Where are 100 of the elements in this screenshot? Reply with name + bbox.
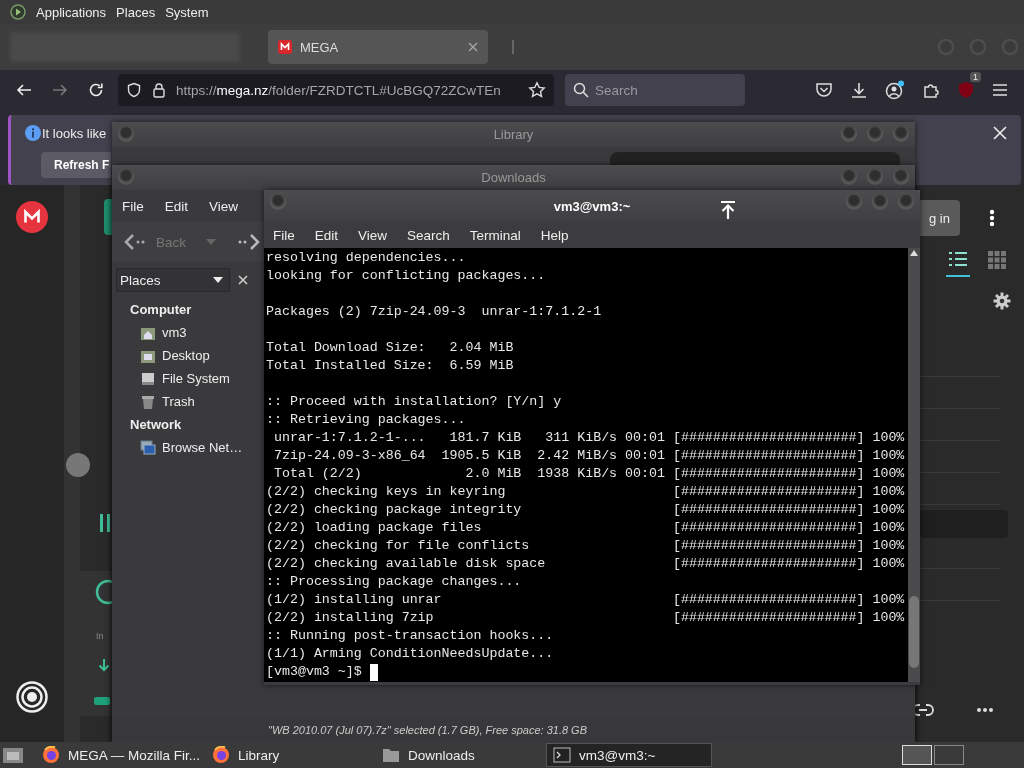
folder-icon	[382, 747, 400, 763]
progress-text: [######################] 100%	[672, 609, 905, 627]
menu-item[interactable]: Search	[407, 227, 450, 243]
reload-icon[interactable]	[87, 81, 105, 99]
window-button[interactable]	[898, 194, 914, 210]
menu-item[interactable]: File	[273, 227, 295, 243]
window-title: Library	[493, 127, 534, 142]
search-field[interactable]: Search	[565, 74, 745, 106]
window-button[interactable]	[118, 126, 134, 142]
lock-icon[interactable]	[152, 82, 166, 98]
search-icon	[573, 82, 589, 98]
taskbar-button[interactable]: Library	[206, 743, 372, 767]
menu-item[interactable]: Edit	[164, 198, 189, 214]
window-button[interactable]	[893, 169, 909, 185]
scrollbar-thumb[interactable]	[909, 596, 919, 668]
caret-icon[interactable]	[206, 239, 216, 245]
progress-marker	[94, 697, 110, 705]
folder-icon[interactable]	[2, 746, 24, 764]
window-button[interactable]	[846, 194, 862, 210]
progress-text: [######################] 100%	[672, 519, 905, 537]
menu-item[interactable]: Help	[540, 227, 569, 243]
url-text: https://mega.nz/folder/FZRDTCTL#UcBGQ72ZCwTEn	[176, 82, 502, 98]
forward-arrow-icon[interactable]	[236, 233, 260, 251]
panel-menu[interactable]: Applications	[36, 4, 107, 20]
place-item[interactable]: Browse Net…	[140, 436, 254, 459]
scrollbar[interactable]	[908, 248, 920, 682]
pocket-icon[interactable]	[815, 81, 833, 99]
shell-prompt: [vm3@vm3 ~]$	[266, 663, 362, 681]
settings-icon[interactable]	[993, 292, 1011, 310]
shield-icon[interactable]	[126, 82, 142, 98]
more-icon[interactable]	[976, 707, 994, 713]
browser-icon	[212, 746, 230, 764]
window-title: Downloads	[481, 170, 546, 185]
window-button[interactable]	[270, 194, 286, 210]
mega-logo-icon[interactable]	[16, 201, 48, 233]
login-button[interactable]: g in	[920, 200, 960, 236]
window-button[interactable]	[841, 126, 857, 142]
places-dropdown[interactable]: Places	[116, 268, 230, 292]
pin-icon[interactable]	[720, 200, 736, 220]
address-bar[interactable]: https://mega.nz/folder/FZRDTCTL#UcBGQ72ZCwTEn	[118, 74, 554, 106]
window-button[interactable]	[867, 126, 883, 142]
group-header: Computer	[130, 302, 193, 319]
place-item[interactable]: File System	[140, 367, 254, 390]
network-icon	[140, 439, 156, 456]
panel-menu[interactable]: System	[165, 4, 209, 20]
browser-icon	[42, 746, 60, 764]
avatar-icon[interactable]	[66, 453, 90, 477]
menu-item[interactable]: View	[209, 198, 239, 214]
down-arrow-icon[interactable]	[98, 658, 110, 672]
scroll-up-icon[interactable]	[910, 250, 918, 256]
star-icon[interactable]	[528, 81, 546, 99]
progress-text: [######################] 100%	[672, 429, 905, 447]
status-text: "WB 2010.07 (Jul 07).7z" selected (1.7 GB), Free space: 31.8 GB	[268, 724, 588, 736]
mega-logo-icon	[278, 40, 292, 54]
window-button[interactable]	[841, 169, 857, 185]
terminal-line: (2/2) checking available disk space	[266, 555, 547, 573]
download-icon[interactable]	[850, 81, 868, 99]
menu-item[interactable]: File	[122, 198, 144, 214]
terminal-line: Total Installed Size: 6.59 MiB	[266, 357, 515, 375]
window-button[interactable]	[893, 126, 909, 142]
window-button[interactable]	[872, 194, 888, 210]
place-item[interactable]: vm3	[140, 321, 254, 344]
progress-text: [######################] 100%	[672, 537, 905, 555]
terminal-line: :: Proceed with installation? [Y/n] y	[266, 393, 563, 411]
taskbar-button[interactable]: vm3@vm3:~	[546, 743, 712, 767]
refresh-button[interactable]: Refresh F	[41, 152, 111, 178]
window-button[interactable]	[118, 169, 134, 185]
link-icon[interactable]	[912, 703, 934, 717]
close-icon[interactable]	[238, 275, 248, 285]
menu-item[interactable]: Edit	[314, 227, 339, 243]
puzzle-icon[interactable]	[922, 81, 940, 99]
terminal-line: looking for conflicting packages...	[266, 267, 547, 285]
progress-text: [######################] 100%	[672, 555, 905, 573]
terminal-line: Total (2/2) 2.0 MiB 1938 KiB/s 00:01	[272, 465, 666, 483]
workspace-switcher[interactable]	[902, 745, 964, 765]
drive-icon	[140, 370, 156, 387]
account-icon[interactable]	[885, 80, 905, 100]
menu-item[interactable]: Terminal	[469, 227, 521, 243]
browser-tab[interactable]: MEGA	[268, 30, 488, 64]
terminal-line: resolving dependencies...	[266, 249, 467, 267]
more-icon[interactable]	[989, 209, 995, 227]
group-header: Network	[130, 417, 183, 434]
progress-text: [######################] 100%	[672, 465, 905, 483]
panel-menu[interactable]: Places	[116, 4, 156, 20]
place-item[interactable]: Trash	[140, 390, 254, 413]
target-icon[interactable]	[16, 681, 48, 713]
terminal-line: (2/2) checking keys in keyring	[266, 483, 507, 501]
terminal-line: 7zip-24.09-3-x86_64 1905.5 KiB 2.42 MiB/s 00:01	[272, 447, 666, 465]
notification-text: It looks like	[42, 126, 107, 141]
play-icon[interactable]	[10, 4, 26, 20]
menu-item[interactable]: View	[358, 227, 388, 243]
place-item[interactable]: Desktop	[140, 344, 254, 367]
terminal-line: unrar-1:7.1.2-1-... 181.7 KiB 311 KiB/s 00:01	[272, 429, 666, 447]
progress-text: [######################] 100%	[672, 447, 905, 465]
menu-icon[interactable]	[992, 83, 1008, 97]
taskbar-button[interactable]: MEGA — Mozilla Fir...	[36, 743, 202, 767]
window-button[interactable]	[867, 169, 883, 185]
taskbar-button[interactable]: Downloads	[376, 743, 542, 767]
terminal-line: :: Processing package changes...	[266, 573, 523, 591]
window-title: vm3@vm3:~	[553, 198, 631, 214]
